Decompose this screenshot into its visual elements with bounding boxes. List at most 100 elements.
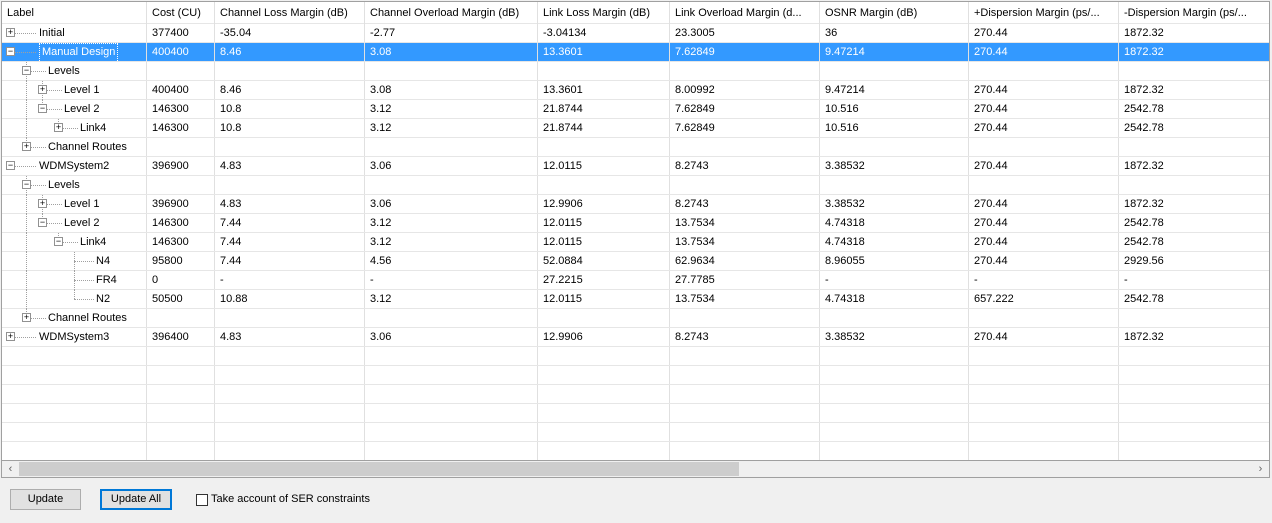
horizontal-scrollbar[interactable]: ‹ › [1,461,1270,478]
table-cell: 8.00992 [670,81,820,99]
scroll-right-icon[interactable]: › [1252,461,1269,477]
update-button[interactable]: Update [10,489,81,510]
row-label[interactable]: Levels [48,62,80,80]
row-label[interactable]: Level 2 [64,100,99,118]
table-cell: 27.2215 [538,271,670,289]
table-cell [147,404,215,422]
expand-icon[interactable]: + [6,28,15,37]
table-row[interactable]: − Levels [2,176,1269,195]
collapse-icon[interactable]: − [38,104,47,113]
table-row[interactable]: + Channel Routes [2,138,1269,157]
collapse-icon[interactable]: − [6,161,15,170]
row-label[interactable]: WDMSystem2 [39,157,109,175]
table-cell: -35.04 [215,24,365,42]
expand-icon[interactable]: + [38,199,47,208]
tree-guide-line [26,100,27,119]
column-header-4[interactable]: Link Loss Margin (dB) [538,2,670,24]
table-row[interactable]: − Link4 146300 7.44 3.12 12.0115 13.7534 4.7431… [2,233,1269,252]
column-header-5[interactable]: Link Overload Margin (d... [670,2,820,24]
table-cell: 3.12 [365,290,538,308]
table-cell [969,138,1119,156]
row-label[interactable]: Manual Design [39,43,119,63]
collapse-icon[interactable]: − [22,66,31,75]
table-cell: 396900 [147,195,215,213]
update-all-button[interactable]: Update All [100,489,172,510]
scroll-thumb[interactable] [19,462,739,476]
table-row[interactable]: N2 50500 10.88 3.12 12.0115 13.7534 4.74318 657… [2,290,1269,309]
tree-guide-line [26,252,27,271]
table-cell: 3.38532 [820,195,969,213]
table-cell [969,62,1119,80]
table-cell: 3.06 [365,328,538,346]
column-header-8[interactable]: -Dispersion Margin (ps/... [1119,2,1269,24]
table-row[interactable]: + WDMSystem3 396400 4.83 3.06 12.9906 8.2743 3.… [2,328,1269,347]
row-label[interactable]: N4 [96,252,110,270]
row-label[interactable]: Levels [48,176,80,194]
row-label[interactable]: Level 1 [64,195,99,213]
expand-icon[interactable]: + [6,332,15,341]
table-cell [820,347,969,365]
table-cell: 2929.56 [1119,252,1269,270]
table-cell [365,309,538,327]
table-cell: 7.62849 [670,100,820,118]
collapse-icon[interactable]: − [22,180,31,189]
table-row[interactable]: FR4 0- -27.2215 27.7785- - - [2,271,1269,290]
expand-icon[interactable]: + [38,85,47,94]
empty-row [2,347,1269,366]
table-row[interactable]: N4 95800 7.44 4.56 52.0884 62.9634 8.96055 270.… [2,252,1269,271]
row-label[interactable]: FR4 [96,271,117,289]
table-row[interactable]: + Channel Routes [2,309,1269,328]
table-cell: 146300 [147,100,215,118]
row-label[interactable]: Link4 [80,233,106,251]
collapse-icon[interactable]: − [6,47,15,56]
table-cell [215,385,365,403]
table-row[interactable]: + Level 1 400400 8.46 3.08 13.3601 8.00992 9.47… [2,81,1269,100]
table-row[interactable]: + Level 1 396900 4.83 3.06 12.9906 8.2743 3.385… [2,195,1269,214]
tree-cell: − Level 2 [2,100,147,119]
table-cell: 8.2743 [670,157,820,175]
collapse-icon[interactable]: − [54,237,63,246]
column-header-7[interactable]: +Dispersion Margin (ps/... [969,2,1119,24]
column-header-0[interactable]: Label [2,2,147,24]
column-header-6[interactable]: OSNR Margin (dB) [820,2,969,24]
row-label[interactable]: Link4 [80,119,106,137]
expand-icon[interactable]: + [22,142,31,151]
scroll-left-icon[interactable]: ‹ [2,461,19,477]
table-cell [215,138,365,156]
row-label[interactable]: Channel Routes [48,309,127,327]
ser-constraints-checkbox[interactable] [196,494,208,506]
table-row[interactable]: − Level 2 146300 7.44 3.12 12.0115 13.7534 4.74… [2,214,1269,233]
table-cell [147,176,215,194]
table-cell [215,442,365,460]
table-cell [1119,62,1269,80]
row-label[interactable]: Level 1 [64,81,99,99]
table-row[interactable]: − Levels [2,62,1269,81]
column-header-2[interactable]: Channel Loss Margin (dB) [215,2,365,24]
expand-icon[interactable]: + [54,123,63,132]
row-label[interactable]: Level 2 [64,214,99,232]
table-row[interactable]: − Manual Design 400400 8.46 3.08 13.3601 7.628… [2,43,1269,63]
table-row[interactable]: − Level 2 146300 10.8 3.12 21.8744 7.62849 10.5… [2,100,1269,119]
table-cell: 1872.32 [1119,328,1269,346]
tree-cell: N4 [2,252,147,271]
row-label[interactable]: Channel Routes [48,138,127,156]
row-label[interactable]: WDMSystem3 [39,328,109,346]
row-label[interactable]: N2 [96,290,110,308]
table-row[interactable]: + Initial 377400 -35.04 -2.77 -3.04134 23.3005… [2,24,1269,43]
row-label[interactable]: Initial [39,24,65,42]
table-cell: 2542.78 [1119,119,1269,137]
column-header-1[interactable]: Cost (CU) [147,2,215,24]
tree-cell: + Channel Routes [2,138,147,156]
tree-cell [2,423,147,441]
table-row[interactable]: − WDMSystem2 396900 4.83 3.06 12.0115 8.2743 3.… [2,157,1269,176]
table-row[interactable]: + Link4 146300 10.8 3.12 21.8744 7.62849 10.516… [2,119,1269,138]
column-header-3[interactable]: Channel Overload Margin (dB) [365,2,538,24]
table-cell: 146300 [147,233,215,251]
table-cell [147,138,215,156]
tree-cell: + Level 1 [2,81,147,100]
collapse-icon[interactable]: − [38,218,47,227]
results-grid[interactable]: Label Cost (CU) Channel Loss Margin (dB) Ch… [1,1,1270,461]
grid-header: Label Cost (CU) Channel Loss Margin (dB) Ch… [2,2,1269,24]
table-cell [820,423,969,441]
expand-icon[interactable]: + [22,313,31,322]
